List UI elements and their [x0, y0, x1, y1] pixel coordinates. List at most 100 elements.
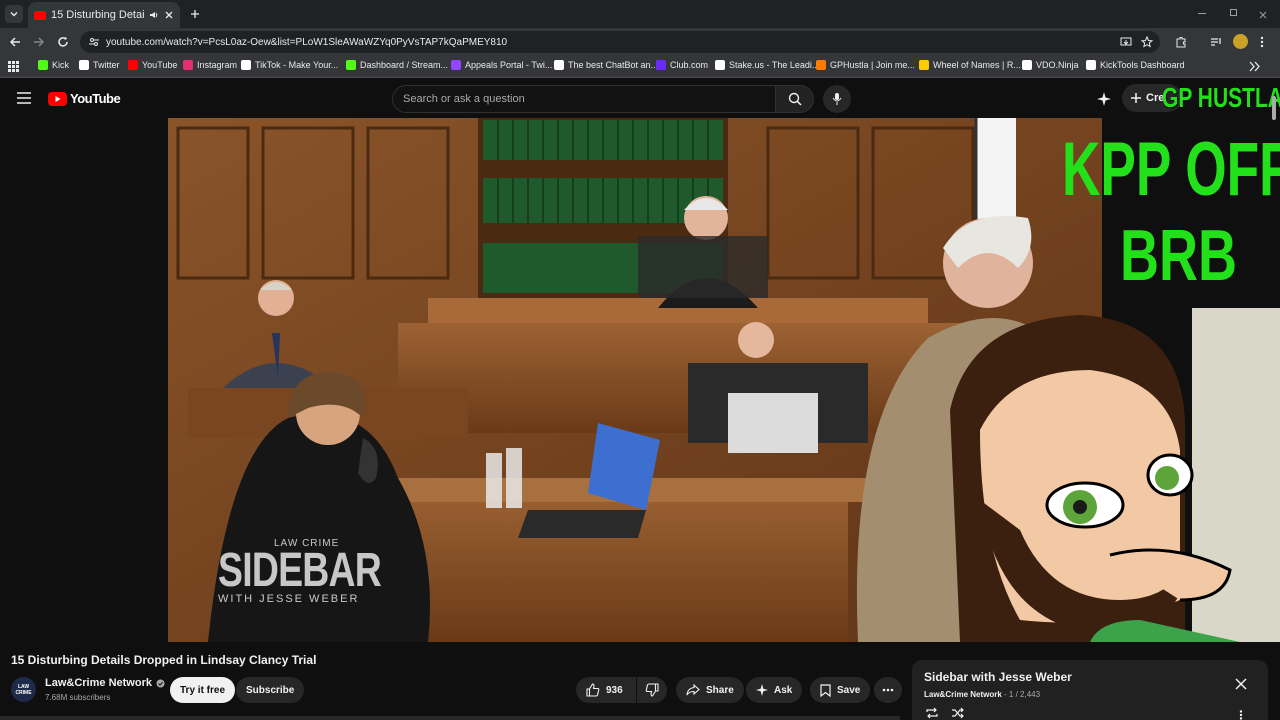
cartoon-avatar-overlay [950, 315, 1240, 642]
sparkle-icon [756, 684, 768, 696]
search-input[interactable]: Search or ask a question [392, 85, 776, 113]
subscribe-button[interactable]: Subscribe [236, 677, 305, 703]
bookmark-item[interactable]: Instagram [183, 60, 237, 70]
page-scrollbar[interactable] [1272, 96, 1276, 120]
verified-check-icon [156, 679, 165, 687]
sparkle-icon[interactable] [1097, 92, 1111, 106]
save-button[interactable]: Save [810, 677, 871, 703]
share-arrow-icon [686, 684, 700, 696]
profile-avatar[interactable] [1233, 34, 1248, 49]
window-minimize-button[interactable] [1196, 8, 1210, 18]
loop-icon[interactable] [925, 707, 939, 719]
dislike-button[interactable] [637, 677, 667, 703]
bookmark-item[interactable]: Kick [38, 60, 69, 70]
install-app-icon[interactable] [1120, 36, 1132, 48]
bookmark-item[interactable]: YouTube [128, 60, 177, 70]
bookmark-item[interactable]: GPHustla | Join me... [816, 60, 915, 70]
hamburger-menu-icon[interactable] [17, 92, 31, 104]
bookmark-item[interactable]: Twitter [79, 60, 120, 70]
bookmark-label: KickTools Dashboard [1100, 60, 1185, 70]
close-icon [1259, 11, 1267, 19]
bookmark-item[interactable]: Appeals Portal - Twi... [451, 60, 552, 70]
video-watermark: LAW CRIME SIDEBAR WITH JESSE WEBER [218, 538, 398, 605]
shuffle-icon[interactable] [951, 707, 965, 719]
url-text: youtube.com/watch?v=PcsL0az-Oew&list=PLo… [106, 36, 508, 48]
address-bar[interactable]: youtube.com/watch?v=PcsL0az-Oew&list=PLo… [80, 31, 1160, 53]
playlist-channel[interactable]: Law&Crime Network [924, 690, 1002, 699]
channel-name[interactable]: Law&Crime Network [45, 677, 165, 689]
search-button[interactable] [776, 85, 814, 113]
bookmark-item[interactable]: Wheel of Names | R... [919, 60, 1021, 70]
voice-search-button[interactable] [823, 85, 851, 113]
close-tab-icon[interactable] [164, 10, 174, 20]
bookmark-label: GPHustla | Join me... [830, 60, 915, 70]
thumbs-down-icon [645, 683, 659, 697]
bookmark-item[interactable]: Dashboard / Stream... [346, 60, 448, 70]
share-button[interactable]: Share [676, 677, 744, 703]
create-button[interactable]: Cre [1122, 84, 1182, 112]
search-icon [788, 92, 802, 106]
channel-avatar-text: LAW CRIME [15, 683, 32, 696]
bookmark-item[interactable]: KickTools Dashboard [1086, 60, 1185, 70]
extensions-icon[interactable] [1175, 36, 1187, 48]
bookmark-favicon-icon [346, 60, 356, 70]
bookmark-label: YouTube [142, 60, 178, 70]
watermark-main: SIDEBAR [218, 544, 382, 597]
audio-playing-icon[interactable] [149, 10, 159, 20]
bookmark-favicon-icon [241, 60, 251, 70]
bookmark-item[interactable]: The best ChatBot an... [554, 60, 658, 70]
more-bookmarks-icon[interactable] [1249, 61, 1261, 72]
forward-arrow-icon[interactable] [33, 36, 45, 48]
bookmark-star-icon[interactable] [1141, 36, 1153, 48]
like-count: 936 [606, 684, 623, 696]
bookmark-label: Instagram [197, 60, 238, 70]
more-menu-icon[interactable] [1259, 36, 1265, 48]
plus-icon [191, 10, 199, 18]
subscribe-label: Subscribe [246, 684, 295, 696]
bookmark-item[interactable]: Club.com [656, 60, 708, 70]
plus-icon [1131, 93, 1141, 103]
bookmark-label: Kick [52, 60, 70, 70]
video-title: 15 Disturbing Details Dropped in Lindsay… [11, 653, 317, 667]
bookmark-favicon-icon [183, 60, 193, 70]
new-tab-button[interactable] [186, 5, 204, 23]
playlist-panel: Sidebar with Jesse Weber Law&Crime Netwo… [912, 660, 1268, 720]
bookmark-favicon-icon [451, 60, 461, 70]
close-playlist-icon[interactable] [1235, 678, 1247, 690]
bookmark-item[interactable]: VDO.Ninja [1022, 60, 1079, 70]
bookmark-label: Twitter [93, 60, 120, 70]
try-free-button[interactable]: Try it free [170, 677, 236, 703]
bookmark-label: Appeals Portal - Twi... [465, 60, 553, 70]
bookmark-label: The best ChatBot an... [568, 60, 659, 70]
reload-icon[interactable] [57, 36, 69, 48]
like-button[interactable]: 936 [576, 677, 636, 703]
browser-tab[interactable]: 15 Disturbing Details Dropp [28, 2, 180, 28]
tab-list-button[interactable] [5, 5, 23, 23]
back-arrow-icon[interactable] [9, 36, 21, 48]
bookmark-item[interactable]: TikTok - Make Your... [241, 60, 338, 70]
create-label: Cre [1146, 92, 1165, 104]
bookmark-label: Dashboard / Stream... [360, 60, 449, 70]
channel-avatar[interactable]: LAW CRIME [11, 677, 36, 702]
bookmark-favicon-icon [79, 60, 89, 70]
playlist-more-icon[interactable] [1239, 710, 1243, 720]
bookmark-item[interactable]: Stake.us - The Leadi... [715, 60, 819, 70]
bookmark-favicon-icon [554, 60, 564, 70]
bookmark-favicon-icon [1022, 60, 1032, 70]
bookmark-label: Stake.us - The Leadi... [729, 60, 820, 70]
bookmark-icon [820, 683, 831, 697]
site-info-icon[interactable] [88, 36, 100, 48]
browser-tab-bar: 15 Disturbing Details Dropp [0, 0, 1280, 28]
window-maximize-button[interactable] [1228, 8, 1240, 18]
playlist-title[interactable]: Sidebar with Jesse Weber [924, 670, 1072, 684]
ask-button[interactable]: Ask [746, 677, 803, 703]
window-close-button[interactable] [1258, 7, 1270, 19]
bookmark-favicon-icon [919, 60, 929, 70]
more-actions-button[interactable] [874, 677, 902, 703]
scroll-divider [0, 716, 900, 720]
youtube-logo[interactable]: YouTube [48, 91, 121, 106]
apps-grid-icon[interactable] [8, 61, 19, 72]
chevron-down-icon [10, 12, 18, 17]
ask-label: Ask [774, 684, 793, 696]
media-controls-icon[interactable] [1210, 36, 1222, 48]
